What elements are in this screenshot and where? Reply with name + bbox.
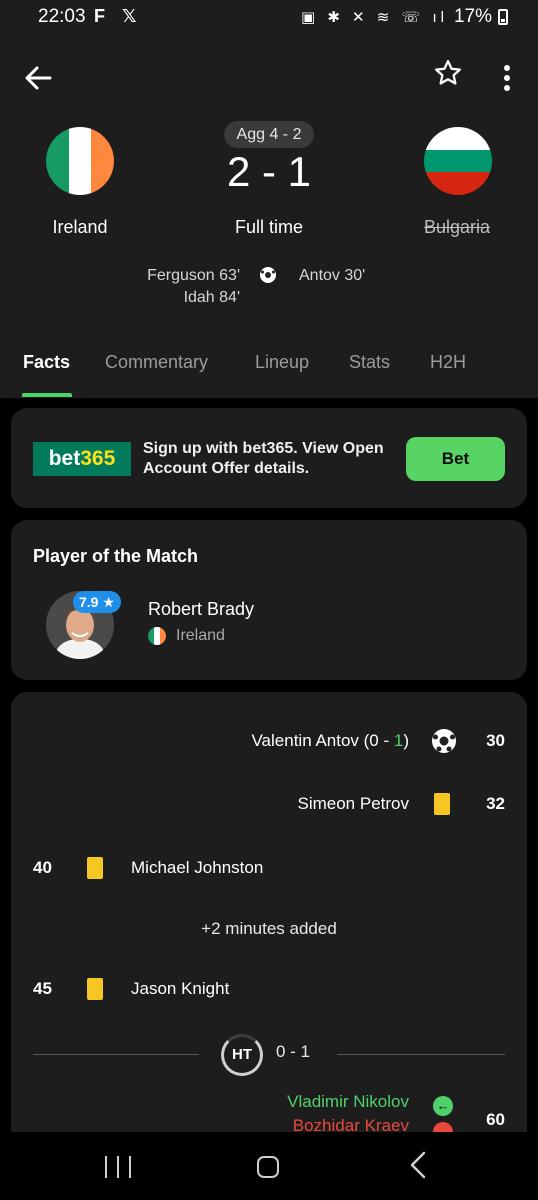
event-minute: 45 [33,979,52,998]
event-minute: 30 [486,731,505,750]
goal-scorer-text: Valentin Antov (0 - [251,731,394,750]
tab-lineup[interactable]: Lineup [255,352,309,373]
scorer: Idah 84' [183,289,240,306]
home-scorers: Ferguson 63' Idah 84' [110,265,240,309]
scorer: Antov 30' [299,267,366,284]
status-bar: 22:03 F 𝕏 ▣ ✱ ✕ ≋ ☏ ıl 17% [0,0,538,34]
tab-stats[interactable]: Stats [349,352,390,373]
tab-commentary[interactable]: Commentary [105,352,208,373]
football-icon [260,267,276,283]
goal-score-highlight: 1 [393,731,404,750]
flag-stripe [160,627,166,645]
divider [337,1054,505,1055]
favorite-button[interactable] [430,58,466,96]
more-vertical-icon-dot [504,85,510,91]
player-name[interactable]: Robert Brady [148,599,254,620]
match-tabs: Facts Commentary Lineup Stats H2H [0,350,538,398]
more-vertical-icon [504,65,510,71]
match-score: 2 - 1 [226,148,312,195]
flag-stripe [91,127,114,195]
status-time: 22:03 [38,6,86,27]
match-status: Full time [234,217,303,237]
ad-text: Sign up with bet365. View Open Account O… [143,440,384,477]
notification-icons: F 𝕏 [94,6,143,26]
recent-apps-button[interactable] [105,1156,131,1178]
event-player: Valentin Antov (0 - 1) [251,724,409,758]
logo-text: bet [48,447,81,470]
match-header: 22:03 F 𝕏 ▣ ✱ ✕ ≋ ☏ ıl 17% Ireland Agg 4… [0,0,538,398]
arrow-left-icon [25,66,52,90]
event-yellow-card[interactable]: 45 Jason Knight [11,972,527,1006]
bet-button[interactable]: Bet [406,437,505,481]
halftime-score: 0 - 1 [276,1042,311,1061]
event-player: Michael Johnston [131,858,264,877]
event-minute: 60 [486,1110,505,1129]
away-team-flag[interactable] [424,127,492,195]
yellow-card-icon [87,857,103,879]
player-team: Ireland [176,627,225,644]
recent-apps-icon [105,1156,107,1178]
yellow-card-icon [87,978,103,1000]
app-bar [0,56,538,100]
sub-in-arrow-icon: ← [433,1096,453,1116]
event-player: Simeon Petrov [297,794,410,813]
chevron-left-icon [410,1151,426,1179]
bet365-logo: bet365 [33,442,131,476]
event-player: Jason Knight [131,979,230,998]
logo-accent: 365 [80,447,116,470]
system-back-button[interactable] [408,1150,428,1186]
player-of-the-match-card[interactable]: Player of the Match 7.9 ★ Robert Brady I… [11,520,527,680]
tab-h2h[interactable]: H2H [430,352,466,373]
event-goal[interactable]: Valentin Antov (0 - 1) 30 [11,724,527,758]
more-vertical-icon-dot [504,75,510,81]
home-team-flag[interactable] [46,127,114,195]
recent-apps-icon-bar [129,1156,131,1178]
event-yellow-card[interactable]: 40 Michael Johnston [11,851,527,885]
section-title: Player of the Match [33,546,199,566]
system-status: ▣ ✱ ✕ ≋ ☏ ıl 17% [301,6,508,28]
event-minute: 32 [486,794,505,813]
added-time: +2 minutes added [201,919,337,938]
away-team-name[interactable]: Bulgaria [387,217,527,238]
battery-icon [498,9,508,25]
sub-player-in[interactable]: Vladimir Nikolov [287,1092,409,1112]
flag-stripe [424,149,492,173]
home-button[interactable] [257,1156,279,1178]
divider [33,1054,199,1055]
scorer: Ferguson 63' [147,267,240,284]
rating-badge: 7.9 ★ [73,591,121,613]
system-icons: ▣ ✱ ✕ ≋ ☏ ıl [300,9,448,26]
recent-apps-icon-bar [117,1156,119,1178]
ad-card[interactable]: bet365 Sign up with bet365. View Open Ac… [11,408,527,508]
active-tab-indicator [22,393,72,397]
aggregate-badge: Agg 4 - 2 [224,121,314,148]
flag-stripe [424,127,492,150]
halftime-badge: HT [221,1034,263,1076]
tab-facts[interactable]: Facts [23,352,70,373]
back-button[interactable] [24,60,56,96]
system-nav-bar [0,1132,538,1200]
star-outline-icon [435,60,461,85]
yellow-card-icon [434,793,450,815]
event-yellow-card[interactable]: Simeon Petrov 32 [11,787,527,821]
goal-score-end: ) [403,731,409,750]
flag-stripe [424,172,492,195]
event-minute: 40 [33,858,52,877]
away-scorers: Antov 30' [299,265,449,287]
battery-level: 17% [453,6,492,27]
ireland-flag-icon [148,627,166,645]
football-icon [432,729,456,753]
flag-stripe [46,127,69,195]
home-team-name[interactable]: Ireland [10,217,150,238]
flag-stripe [68,127,92,195]
more-options-button[interactable] [495,62,519,98]
match-events-card: Valentin Antov (0 - 1) 30 Simeon Petrov … [11,692,527,1162]
